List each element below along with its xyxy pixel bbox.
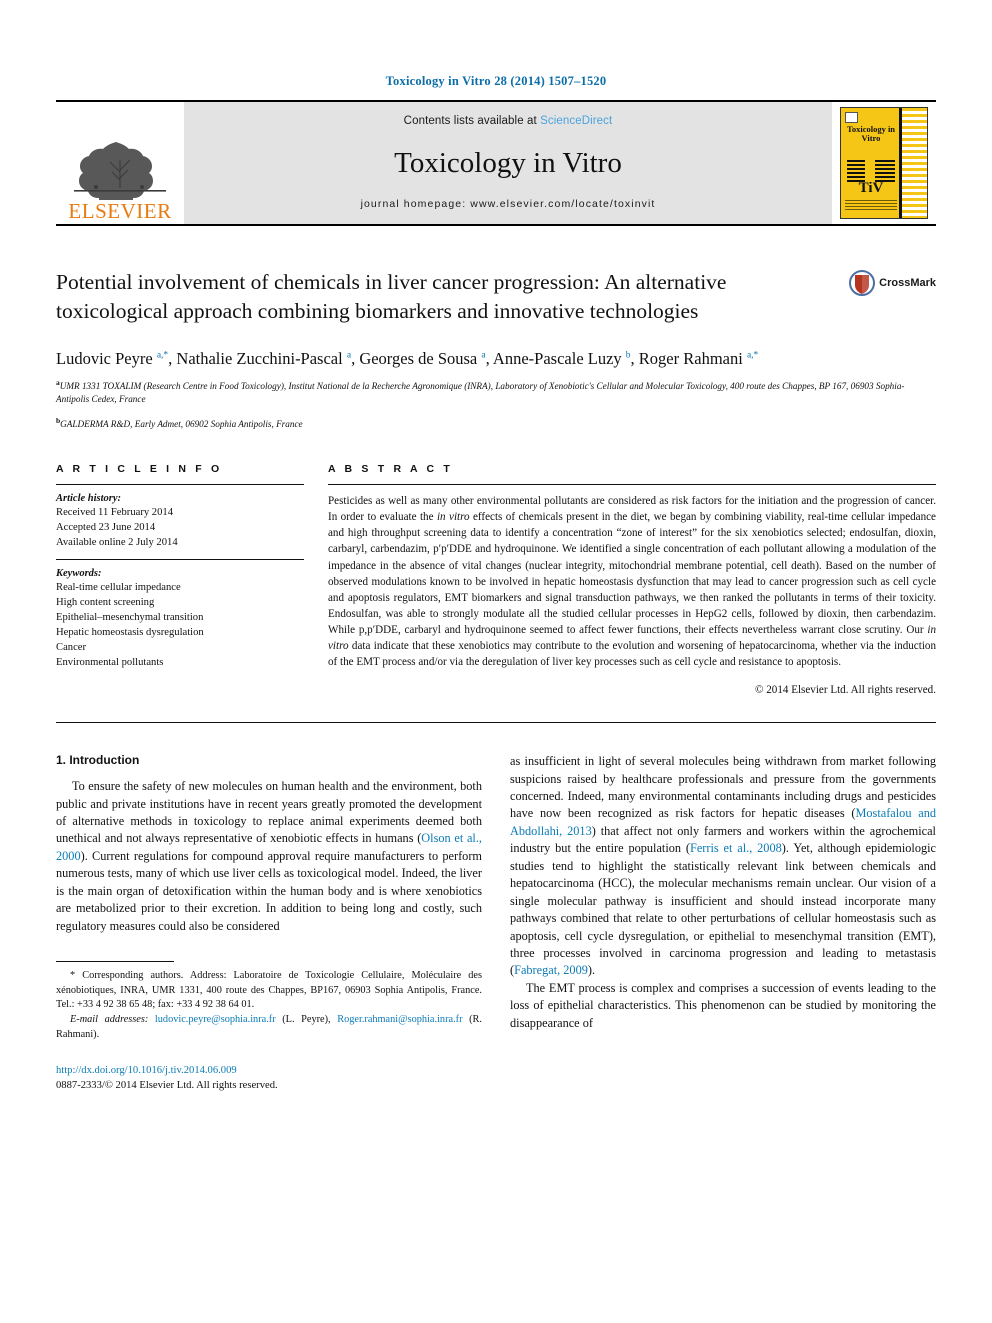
abstract-text: Pesticides as well as many other environ… <box>328 495 936 668</box>
section-heading-introduction: 1. Introduction <box>56 753 140 768</box>
page-title: Potential involvement of chemicals in li… <box>56 270 727 323</box>
keywords-rule <box>56 559 304 561</box>
abstract-rule <box>328 484 936 486</box>
title-block: Potential involvement of chemicals in li… <box>56 268 936 326</box>
footnote-email-addresses: E-mail addresses: ludovic.peyre@sophia.i… <box>56 1013 482 1040</box>
article-info-rule <box>56 484 304 486</box>
footnote-block: * Corresponding authors. Address: Labora… <box>56 961 482 1042</box>
journal-article-page: Toxicology in Vitro 28 (2014) 1507–1520 <box>0 0 992 1323</box>
section-divider <box>56 722 936 724</box>
running-head: Toxicology in Vitro 28 (2014) 1507–1520 <box>385 74 607 88</box>
doi-link[interactable]: http://dx.doi.org/10.1016/j.tiv.2014.06.… <box>56 1064 482 1079</box>
keywords-label: Keywords: <box>56 568 102 580</box>
affiliation-b: bGALDERMA R&D, Early Admet, 06902 Sophia… <box>56 415 303 429</box>
journal-title: Toxicology in Vitro <box>394 147 622 179</box>
info-abstract-section: A R T I C L E I N F O Article history: R… <box>56 463 936 696</box>
issn-copyright-line: 0887-2333/© 2014 Elsevier Ltd. All right… <box>56 1080 278 1091</box>
cover-publisher-mark <box>845 112 858 123</box>
cover-journal-title: Toxicology in Vitro <box>846 124 896 143</box>
affiliation-b-text: GALDERMA R&D, Early Admet, 06902 Sophia … <box>60 418 303 429</box>
article-history-received: Received 11 February 2014 <box>56 507 173 519</box>
affiliation-a-text: UMR 1331 TOXALIM (Research Centre in Foo… <box>56 381 905 405</box>
article-history-label: Article history: <box>56 493 122 505</box>
cover-stripes <box>899 108 927 218</box>
elsevier-wordmark: ELSEVIER <box>68 199 172 223</box>
cover-tiv-logo: TiV <box>847 160 895 196</box>
journal-cover-thumbnail: Toxicology in Vitro TiV <box>832 102 936 224</box>
cover-tiv-text: TiV <box>858 180 884 196</box>
article-info-column: A R T I C L E I N F O Article history: R… <box>56 463 304 696</box>
keyword-item: Cancer <box>56 642 86 654</box>
journal-masthead: ELSEVIER Contents lists available at Sci… <box>56 100 936 226</box>
affiliation-a: aUMR 1331 TOXALIM (Research Centre in Fo… <box>56 378 905 405</box>
crossmark-badge[interactable]: CrossMark <box>849 270 936 296</box>
keyword-item: Real-time cellular impedance <box>56 582 181 594</box>
cover-tiv-bars <box>847 160 895 182</box>
crossmark-icon <box>849 270 876 296</box>
cover-footer-bars <box>845 200 897 212</box>
abstract-heading: A B S T R A C T <box>328 463 453 476</box>
contents-prefix: Contents lists available at <box>403 115 541 127</box>
keyword-item: Hepatic homeostasis dysregulation <box>56 627 204 639</box>
article-history-online: Available online 2 July 2014 <box>56 537 178 549</box>
intro-paragraph-right-2: The EMT process is complex and comprises… <box>510 980 936 1030</box>
intro-paragraph-left: To ensure the safety of new molecules on… <box>56 779 482 933</box>
sciencedirect-link[interactable]: ScienceDirect <box>540 115 612 127</box>
crossmark-label: CrossMark <box>879 277 936 289</box>
contents-available-line: Contents lists available at ScienceDirec… <box>404 115 613 127</box>
abstract-column: A B S T R A C T Pesticides as well as ma… <box>328 463 936 696</box>
journal-homepage-link[interactable]: journal homepage: www.elsevier.com/locat… <box>361 198 656 210</box>
masthead-center: Contents lists available at ScienceDirec… <box>184 102 832 224</box>
author-list: Ludovic Peyre a,*, Nathalie Zucchini-Pas… <box>56 348 759 368</box>
abstract-copyright: © 2014 Elsevier Ltd. All rights reserved… <box>755 684 936 697</box>
body-column-left: 1. Introduction To ensure the safety of … <box>56 753 482 1094</box>
elsevier-logo: ELSEVIER <box>56 102 184 224</box>
intro-paragraph-right-1: as insufficient in light of several mole… <box>510 754 936 978</box>
keyword-item: High content screening <box>56 597 155 609</box>
article-history-accepted: Accepted 23 June 2014 <box>56 522 156 534</box>
body-column-right: as insufficient in light of several mole… <box>510 753 936 1094</box>
footer-doi-block: http://dx.doi.org/10.1016/j.tiv.2014.06.… <box>56 1064 482 1094</box>
footnote-corresponding-author: * Corresponding authors. Address: Labora… <box>56 970 482 1011</box>
keyword-item: Epithelial–mesenchymal transition <box>56 612 204 624</box>
elsevier-tree-icon <box>74 142 166 200</box>
footnote-rule <box>56 961 174 963</box>
cover-image: Toxicology in Vitro TiV <box>840 107 928 219</box>
body-columns: 1. Introduction To ensure the safety of … <box>56 753 936 1094</box>
keyword-item: Environmental pollutants <box>56 657 164 669</box>
article-info-heading: A R T I C L E I N F O <box>56 463 223 476</box>
